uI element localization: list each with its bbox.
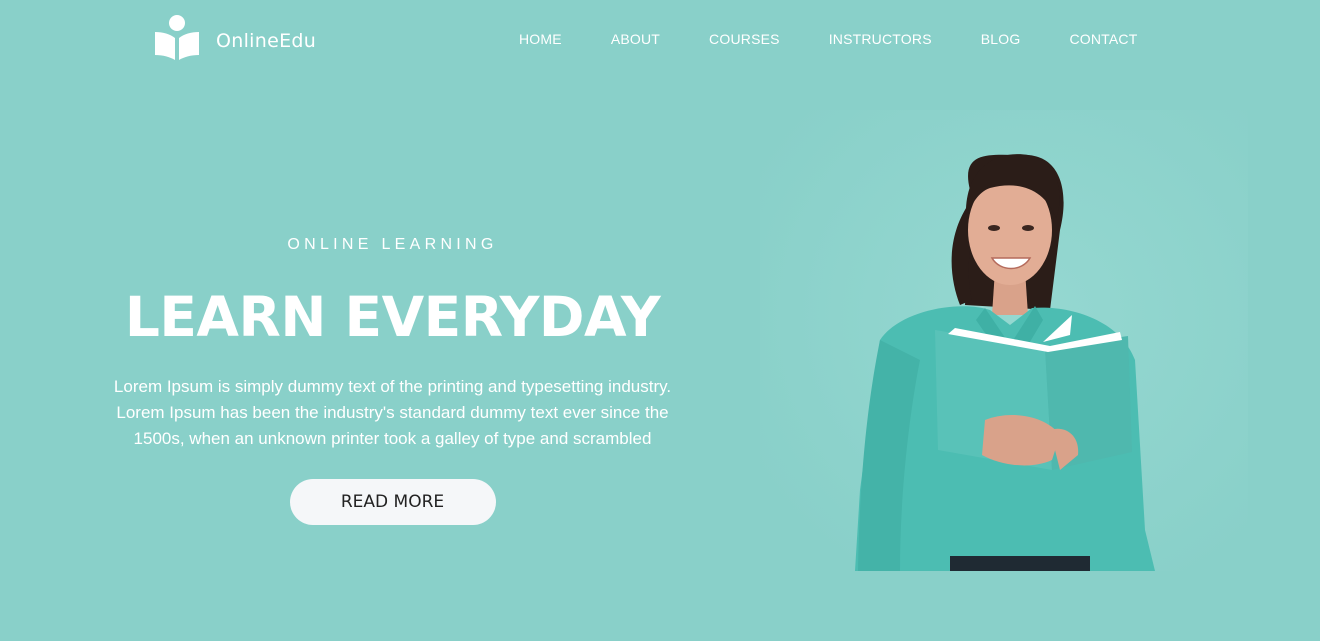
hero-description-line: 1500s, when an unknown printer took a ga… [133,429,652,448]
woman-reading-book-illustration [760,110,1248,571]
main-nav: HOME ABOUT COURSES INSTRUCTORS BLOG CONT… [519,30,1138,48]
hero-headline: LEARN EVERYDAY [124,285,661,349]
hero-description-line: Lorem Ipsum has been the industry's stan… [116,403,669,422]
nav-contact[interactable]: CONTACT [1069,30,1137,48]
hero-description-line: Lorem Ipsum is simply dummy text of the … [113,377,672,396]
nav-home[interactable]: HOME [519,30,562,48]
hero-content: ONLINE LEARNING LEARN EVERYDAY Lorem Ips… [60,232,725,525]
nav-about[interactable]: ABOUT [611,30,660,48]
hero-description: Lorem Ipsum is simply dummy text of the … [60,374,725,452]
read-more-button[interactable]: READ MORE [289,479,496,525]
nav-courses[interactable]: COURSES [709,30,780,48]
brand-link[interactable]: OnlineEdu [153,14,316,62]
hero-eyebrow: ONLINE LEARNING [287,236,498,253]
book-reader-icon [155,15,199,60]
hero-image [760,110,1248,571]
nav-instructors[interactable]: INSTRUCTORS [829,30,932,48]
brand-name: OnlineEdu [216,30,317,52]
nav-blog[interactable]: BLOG [981,30,1021,48]
navbar: OnlineEdu HOME ABOUT COURSES INSTRUCTORS… [0,0,1320,80]
